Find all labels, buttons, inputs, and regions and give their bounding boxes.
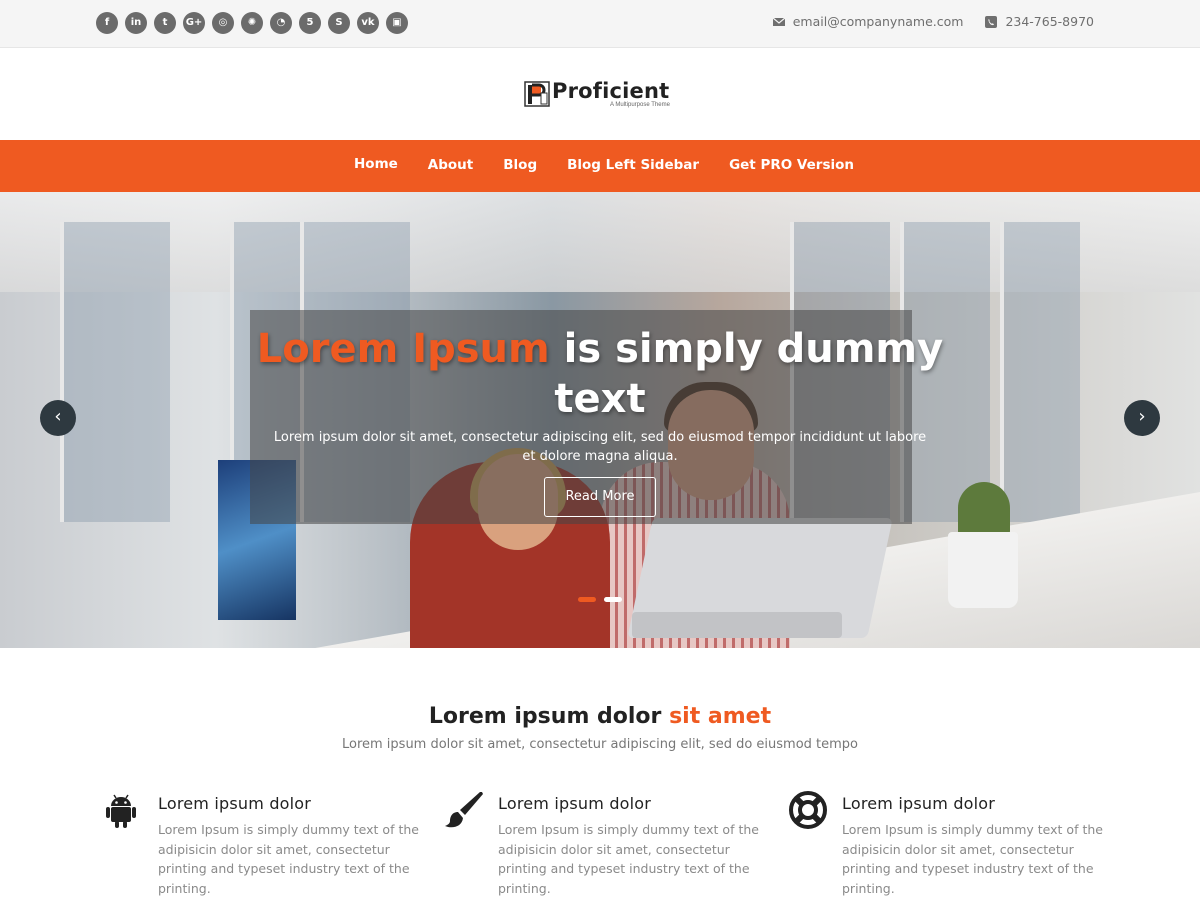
twitter-icon[interactable]: t [154,12,176,34]
contact-info: email@companyname.com 234-765-8970 [772,14,1094,29]
hero-photo-cactus [958,482,1010,537]
github-icon[interactable]: ◔ [270,12,292,34]
hero-background-window [1000,222,1080,522]
section-title: Lorem ipsum dolor sit amet [0,704,1200,729]
logo-mark-icon [524,81,550,107]
google-plus-icon[interactable]: G+ [183,12,205,34]
facebook-icon[interactable]: f [96,12,118,34]
html5-icon[interactable]: 5 [299,12,321,34]
email-link[interactable]: email@companyname.com [793,14,964,29]
nav-item-about[interactable]: About [413,140,488,192]
nav-item-get-pro-version[interactable]: Get PRO Version [714,140,869,192]
skype-icon[interactable]: S [328,12,350,34]
hero-photo-laptop-base [632,612,842,638]
section-title-plain: Lorem ipsum dolor [428,704,670,729]
feature-text: Lorem Ipsum is simply dummy text of the … [498,822,759,896]
paintbrush-icon [445,792,483,828]
phone-icon [985,15,998,28]
feature-title: Lorem ipsum dolor [842,794,996,813]
feature-text: Lorem Ipsum is simply dummy text of the … [158,822,419,896]
slider-pagination [578,597,622,602]
feature-title: Lorem ipsum dolor [498,794,652,813]
feature-text: Lorem Ipsum is simply dummy text of the … [842,822,1103,896]
hero-title-highlight: Lorem Ipsum [256,326,550,372]
vk-icon[interactable]: vk [357,12,379,34]
site-logo[interactable]: Proficient A Multipurpose Theme [524,78,670,110]
section-title-highlight: sit amet [669,704,772,729]
nav-item-blog-left-sidebar[interactable]: Blog Left Sidebar [552,140,714,192]
section-subtitle: Lorem ipsum dolor sit amet, consectetur … [341,737,859,752]
nav-item-home[interactable]: Home [339,140,413,192]
fourth-icon[interactable]: ▣ [386,12,408,34]
read-more-button[interactable]: Read More [544,477,656,517]
hero-title: Lorem Ipsum is simply dummy text [250,324,950,424]
top-bar: f in t G+ ◎ ✺ ◔ 5 S vk ▣ email@companyna… [0,0,1200,48]
hero-background-window [60,222,170,522]
slider-prev-arrow-icon[interactable]: ‹ [40,400,76,436]
slider-dot[interactable] [604,597,622,602]
linkedin-icon[interactable]: in [125,12,147,34]
hero-title-rest: is simply dummy text [549,326,944,422]
main-navigation: Home About Blog Blog Left Sidebar Get PR… [0,140,1200,192]
feature-title: Lorem ipsum dolor [158,794,312,813]
site-name: Proficient [552,79,670,103]
site-tagline: A Multipurpose Theme [610,102,670,108]
android-icon [106,794,136,828]
nav-item-blog[interactable]: Blog [488,140,552,192]
slider-next-arrow-icon[interactable]: › [1124,400,1160,436]
hero-subtitle: Lorem ipsum dolor sit amet, consectetur … [273,430,927,464]
hero-photo-pot [948,532,1018,608]
envelope-icon [772,17,785,26]
social-links: f in t G+ ◎ ✺ ◔ 5 S vk ▣ [96,12,408,34]
instagram-icon[interactable]: ◎ [212,12,234,34]
hero-slider: Lorem Ipsum is simply dummy text Lorem i… [0,192,1200,648]
lifebuoy-icon [789,791,827,829]
phone-number[interactable]: 234-765-8970 [1005,14,1094,29]
dribbble-icon[interactable]: ✺ [241,12,263,34]
slider-dot-active[interactable] [578,597,596,602]
